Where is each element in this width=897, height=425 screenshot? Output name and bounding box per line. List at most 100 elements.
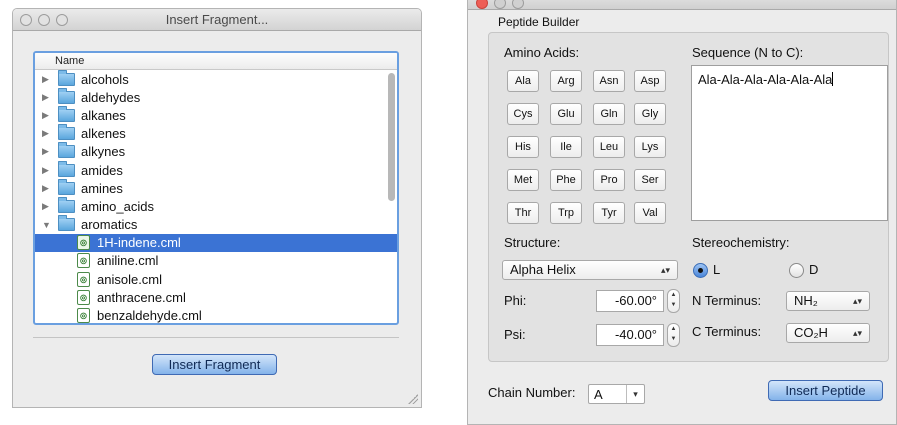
insert-fragment-window: Insert Fragment... Name ▶ alcohols ▶ aldehy… xyxy=(12,8,422,408)
folder-row[interactable]: ▶ alkynes xyxy=(35,142,397,161)
tree-item-label: amides xyxy=(81,162,123,178)
sequence-textarea[interactable]: Ala-Ala-Ala-Ala-Ala-Ala xyxy=(691,65,888,221)
close-window-icon[interactable] xyxy=(476,0,488,9)
n-terminus-value: NH₂ xyxy=(794,293,818,308)
amino-acid-button-glu[interactable]: Glu xyxy=(550,103,582,125)
folder-row[interactable]: ▶ alkenes xyxy=(35,124,397,143)
sequence-text: Ala-Ala-Ala-Ala-Ala-Ala xyxy=(698,72,833,87)
fragment-tree[interactable]: Name ▶ alcohols ▶ aldehydes ▶ alkanes ▶ alkenes… xyxy=(33,51,399,325)
tree-item-label: aniline.cml xyxy=(97,253,159,269)
amino-acid-button-pro[interactable]: Pro xyxy=(593,169,625,191)
disclosure-closed-icon[interactable]: ▶ xyxy=(42,201,52,212)
minimize-window-icon[interactable] xyxy=(494,0,506,9)
insert-peptide-button[interactable]: Insert Peptide xyxy=(768,380,883,401)
tree-item-label: anthracene.cml xyxy=(97,289,186,305)
amino-acid-button-ala[interactable]: Ala xyxy=(507,70,539,92)
cml-file-icon: ◎ xyxy=(77,253,90,269)
zoom-window-icon[interactable] xyxy=(56,14,68,26)
insert-fragment-button[interactable]: Insert Fragment xyxy=(152,354,277,375)
file-row[interactable]: ◎ anisole.cml xyxy=(35,270,397,288)
amino-acid-button-lys[interactable]: Lys xyxy=(634,136,666,158)
c-terminus-label: C Terminus: xyxy=(692,324,762,339)
amino-acid-button-arg[interactable]: Arg xyxy=(550,70,582,92)
folder-row[interactable]: ▶ aldehydes xyxy=(35,87,397,106)
file-row[interactable]: ◎ anthracene.cml xyxy=(35,288,397,306)
disclosure-closed-icon[interactable]: ▶ xyxy=(42,110,52,121)
amino-acid-button-ile[interactable]: Ile xyxy=(550,136,582,158)
folder-icon xyxy=(58,178,75,195)
cml-file-icon: ◎ xyxy=(77,235,90,251)
disclosure-closed-icon[interactable]: ▶ xyxy=(42,146,52,157)
amino-acid-button-leu[interactable]: Leu xyxy=(593,136,625,158)
psi-label: Psi: xyxy=(504,327,526,342)
disclosure-closed-icon[interactable]: ▶ xyxy=(42,183,52,194)
stereo-l-radio[interactable] xyxy=(693,263,708,278)
tree-item-label: benzaldehyde.cml xyxy=(97,308,202,324)
c-terminus-select[interactable]: CO₂H ▴▾ xyxy=(786,323,870,343)
folder-row[interactable]: ▶ alkanes xyxy=(35,105,397,124)
file-row[interactable]: ◎ benzaldehyde.cml xyxy=(35,306,397,324)
folder-icon xyxy=(58,142,75,159)
folder-row[interactable]: ▶ amino_acids xyxy=(35,196,397,215)
psi-stepper[interactable]: ▲ ▼ xyxy=(667,323,680,347)
disclosure-open-icon[interactable]: ▼ xyxy=(42,220,52,230)
amino-acid-button-met[interactable]: Met xyxy=(507,169,539,191)
stereo-d-radio[interactable] xyxy=(789,263,804,278)
amino-acid-button-gln[interactable]: Gln xyxy=(593,103,625,125)
amino-acid-button-his[interactable]: His xyxy=(507,136,539,158)
amino-acid-button-thr[interactable]: Thr xyxy=(507,202,539,224)
disclosure-closed-icon[interactable]: ▶ xyxy=(42,128,52,139)
chain-number-combo[interactable]: A ▾ xyxy=(588,384,645,404)
peptide-window-controls xyxy=(476,0,524,9)
tree-item-label: amines xyxy=(81,180,123,196)
name-column-header[interactable]: Name xyxy=(35,53,397,70)
psi-input[interactable]: -40.00° xyxy=(596,324,664,346)
structure-value: Alpha Helix xyxy=(510,262,576,277)
amino-acid-button-val[interactable]: Val xyxy=(634,202,666,224)
minimize-window-icon[interactable] xyxy=(38,14,50,26)
phi-stepper[interactable]: ▲ ▼ xyxy=(667,289,680,313)
amino-acid-button-asp[interactable]: Asp xyxy=(634,70,666,92)
amino-acid-button-phe[interactable]: Phe xyxy=(550,169,582,191)
disclosure-closed-icon[interactable]: ▶ xyxy=(42,165,52,176)
folder-icon xyxy=(58,124,75,141)
fragment-titlebar: Insert Fragment... xyxy=(13,9,421,31)
n-terminus-select[interactable]: NH₂ ▴▾ xyxy=(786,291,870,311)
amino-acid-button-tyr[interactable]: Tyr xyxy=(593,202,625,224)
tree-item-label: 1H-indene.cml xyxy=(97,235,181,251)
folder-icon xyxy=(58,69,75,86)
folder-row[interactable]: ▶ amides xyxy=(35,160,397,179)
updown-arrows-icon: ▴▾ xyxy=(660,265,670,275)
tree-scrollbar[interactable] xyxy=(388,73,395,201)
tree-item-label: alkynes xyxy=(81,144,126,160)
window-controls xyxy=(20,14,68,26)
tree-item-label: alcohols xyxy=(81,71,129,87)
insert-peptide-window: Peptide Builder Amino Acids: Sequence (N… xyxy=(467,0,897,425)
amino-acids-label: Amino Acids: xyxy=(504,45,580,60)
structure-select[interactable]: Alpha Helix ▴▾ xyxy=(502,260,678,280)
phi-label: Phi: xyxy=(504,293,527,308)
chain-number-label: Chain Number: xyxy=(488,385,576,400)
chevron-down-icon[interactable]: ▾ xyxy=(626,385,644,403)
tree-item-label: alkenes xyxy=(81,126,126,142)
folder-icon xyxy=(58,87,75,104)
phi-input[interactable]: -60.00° xyxy=(596,290,664,312)
folder-row[interactable]: ▶ alcohols xyxy=(35,69,397,88)
amino-acid-button-cys[interactable]: Cys xyxy=(507,103,539,125)
c-terminus-value: CO₂H xyxy=(794,325,828,340)
folder-row[interactable]: ▶ amines xyxy=(35,178,397,197)
resize-grip-icon[interactable] xyxy=(408,394,418,404)
amino-acid-button-asn[interactable]: Asn xyxy=(593,70,625,92)
folder-row[interactable]: ▼ aromatics xyxy=(35,215,397,234)
file-row[interactable]: ◎ 1H-indene.cml xyxy=(35,233,397,252)
tree-item-label: alkanes xyxy=(81,107,126,123)
close-window-icon[interactable] xyxy=(20,14,32,26)
file-row[interactable]: ◎ aniline.cml xyxy=(35,252,397,270)
amino-acid-button-trp[interactable]: Trp xyxy=(550,202,582,224)
zoom-window-icon[interactable] xyxy=(512,0,524,9)
fragment-tree-rows: ▶ alcohols ▶ aldehydes ▶ alkanes ▶ alkenes ▶ alky… xyxy=(35,69,397,324)
amino-acid-button-ser[interactable]: Ser xyxy=(634,169,666,191)
disclosure-closed-icon[interactable]: ▶ xyxy=(42,74,52,85)
disclosure-closed-icon[interactable]: ▶ xyxy=(42,92,52,103)
amino-acid-button-gly[interactable]: Gly xyxy=(634,103,666,125)
